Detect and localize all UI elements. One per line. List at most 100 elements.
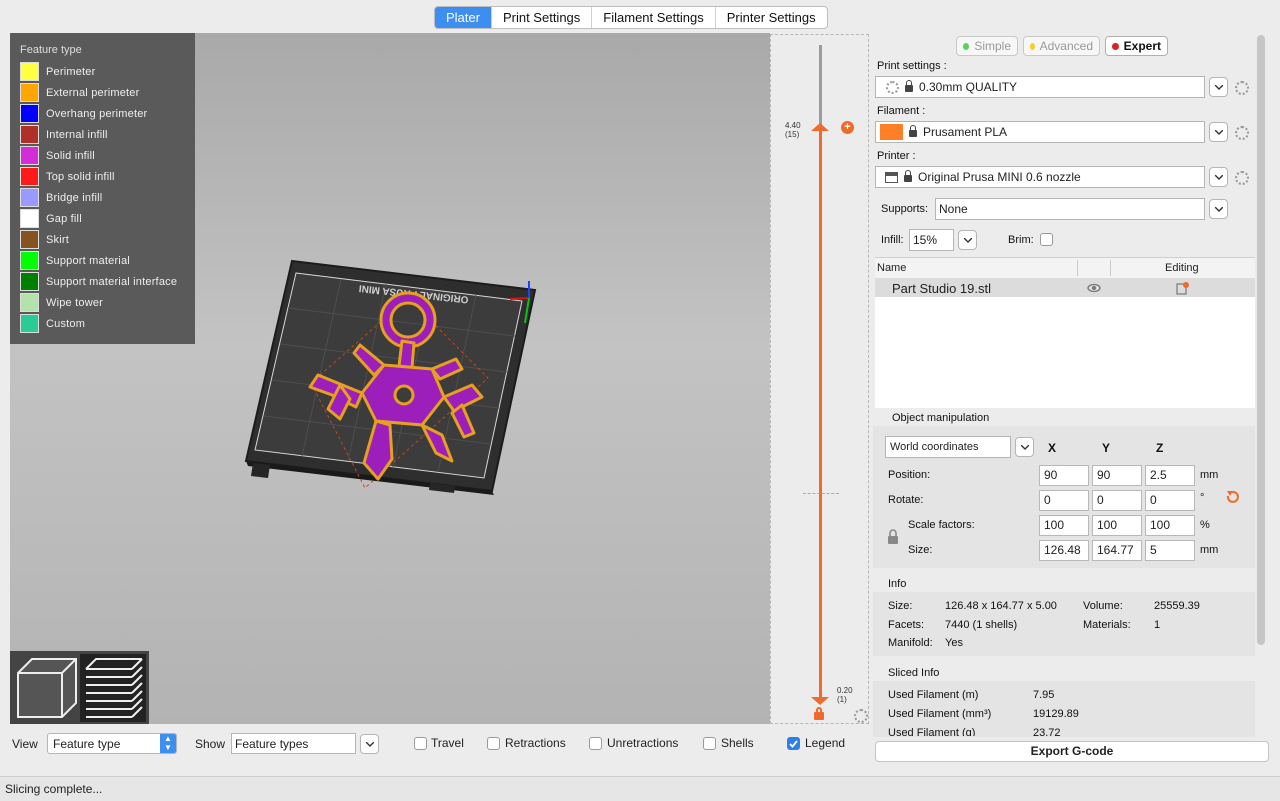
legend-item: Solid infill [20, 145, 95, 166]
coordinates-dropdown-button[interactable] [1015, 437, 1034, 457]
tab-print-settings[interactable]: Print Settings [490, 7, 591, 28]
eye-icon[interactable] [1087, 283, 1101, 293]
legend-item: Skirt [20, 229, 69, 250]
info-manifold-value: Yes [945, 637, 963, 649]
mode-expert-dot [1112, 42, 1119, 50]
legend-item: Bridge infill [20, 187, 102, 208]
mode-advanced-dot [1030, 42, 1035, 50]
print-settings-dropdown-button[interactable] [1209, 77, 1228, 97]
position-z-input[interactable]: 2.5 [1145, 465, 1195, 486]
info-manifold-label: Manifold: [888, 637, 933, 649]
rotate-x-input[interactable]: 0 [1039, 490, 1089, 511]
legend-item: Support material interface [20, 271, 177, 292]
info-size-label: Size: [888, 600, 913, 612]
column-editing-header: Editing [1165, 262, 1199, 274]
legend-item: Internal infill [20, 124, 108, 145]
tab-filament-settings[interactable]: Filament Settings [591, 7, 714, 28]
legend-swatch [20, 125, 39, 144]
unretractions-checkbox[interactable] [589, 737, 602, 750]
export-gcode-button[interactable]: Export G-code [875, 741, 1269, 762]
printer-gear-icon[interactable] [1235, 171, 1249, 185]
supports-combo[interactable]: None [935, 198, 1205, 220]
travel-checkbox[interactable] [414, 737, 427, 750]
size-y-input[interactable]: 164.77 [1092, 540, 1142, 561]
position-x-input[interactable]: 90 [1039, 465, 1089, 486]
sidebar-panel: Simple Advanced Expert Print settings : … [873, 33, 1256, 737]
print-settings-gear-icon[interactable] [1235, 81, 1249, 95]
legend-checkbox[interactable] [787, 737, 800, 750]
edit-settings-icon[interactable] [1176, 281, 1190, 295]
print-settings-combo[interactable]: 0.30mm QUALITY [875, 76, 1205, 98]
rotate-unit: ° [1200, 492, 1205, 504]
coordinates-combo[interactable]: World coordinates [885, 436, 1011, 458]
slider-settings-gear-icon[interactable] [854, 709, 868, 723]
used-filament-m-label: Used Filament (m) [888, 689, 979, 701]
unlock-icon[interactable] [814, 712, 824, 720]
size-x-input[interactable]: 126.48 [1039, 540, 1089, 561]
rotate-z-input[interactable]: 0 [1145, 490, 1195, 511]
tab-printer-settings[interactable]: Printer Settings [714, 7, 827, 28]
legend-swatch [20, 62, 39, 81]
infill-dropdown-button[interactable] [958, 230, 977, 250]
scale-lock-icon[interactable] [887, 529, 899, 545]
info-size-value: 126.48 x 164.77 x 5.00 [945, 600, 1057, 612]
select-arrows-icon: ▲ ▼ [160, 734, 176, 753]
info-facets-label: Facets: [888, 619, 925, 631]
add-color-change-icon[interactable]: + [841, 121, 854, 134]
chevron-down-icon [1214, 206, 1223, 212]
chevron-down-icon [1214, 129, 1223, 135]
axis-y-header: Y [1102, 441, 1111, 455]
legend-swatch [20, 314, 39, 333]
info-volume-value: 25559.39 [1154, 600, 1200, 612]
layer-slider[interactable]: + 4.40 (15) 0.20 (1) [770, 34, 869, 724]
travel-label: Travel [431, 736, 464, 750]
axis-z-header: Z [1156, 441, 1164, 455]
supports-dropdown-button[interactable] [1209, 199, 1228, 219]
info-facets-value: 7440 (1 shells) [945, 619, 1018, 631]
printer-dropdown-button[interactable] [1209, 167, 1228, 187]
reset-rotation-icon[interactable] [1225, 489, 1239, 505]
info-materials-value: 1 [1154, 619, 1161, 631]
legend-swatch [20, 293, 39, 312]
show-dropdown-button[interactable] [360, 734, 379, 754]
printer-label: Printer : [877, 150, 916, 162]
scale-x-input[interactable]: 100 [1039, 515, 1089, 536]
view-select[interactable]: Feature type ▲ ▼ [47, 733, 177, 754]
rotate-y-input[interactable]: 0 [1092, 490, 1142, 511]
mode-simple-dot [963, 42, 970, 50]
position-label: Position: [888, 469, 931, 481]
brim-checkbox[interactable] [1040, 233, 1053, 246]
show-combo[interactable]: Feature types [231, 733, 356, 754]
infill-combo[interactable]: 15% [909, 229, 954, 251]
scale-z-input[interactable]: 100 [1145, 515, 1195, 536]
shells-checkbox[interactable] [703, 737, 716, 750]
used-filament-g-label: Used Filament (g) [888, 727, 976, 736]
scale-y-input[interactable]: 100 [1092, 515, 1142, 536]
used-filament-mm3-value: 19129.89 [1033, 708, 1079, 720]
filament-color-swatch [880, 124, 903, 140]
upper-thumb-handle[interactable] [811, 123, 829, 131]
axis-x-header: X [1048, 441, 1057, 455]
filament-dropdown-button[interactable] [1209, 122, 1228, 142]
table-row[interactable]: Part Studio 19.stl [875, 279, 1255, 297]
sliced-info-title: Sliced Info [888, 667, 940, 679]
mode-advanced-button[interactable]: Advanced [1023, 36, 1100, 56]
size-z-input[interactable]: 5 [1145, 540, 1195, 561]
chevron-down-icon [365, 741, 374, 747]
sidebar-scrollbar[interactable] [1257, 35, 1265, 645]
unlock-shackle [816, 707, 822, 713]
filament-combo[interactable]: Prusament PLA [875, 121, 1205, 143]
position-y-input[interactable]: 90 [1092, 465, 1142, 486]
3d-view-cube-icon[interactable] [17, 658, 77, 718]
printer-combo[interactable]: Original Prusa MINI 0.6 nozzle [875, 166, 1205, 188]
mode-simple-button[interactable]: Simple [956, 36, 1018, 56]
legend-swatch [20, 272, 39, 291]
lower-thumb-handle[interactable] [811, 697, 829, 705]
legend-title: Feature type [20, 44, 82, 56]
retractions-label: Retractions [505, 736, 566, 750]
tab-plater[interactable]: Plater [435, 7, 491, 28]
lock-icon [904, 170, 912, 182]
filament-gear-icon[interactable] [1235, 126, 1249, 140]
retractions-checkbox[interactable] [487, 737, 500, 750]
mode-expert-button[interactable]: Expert [1105, 36, 1168, 56]
